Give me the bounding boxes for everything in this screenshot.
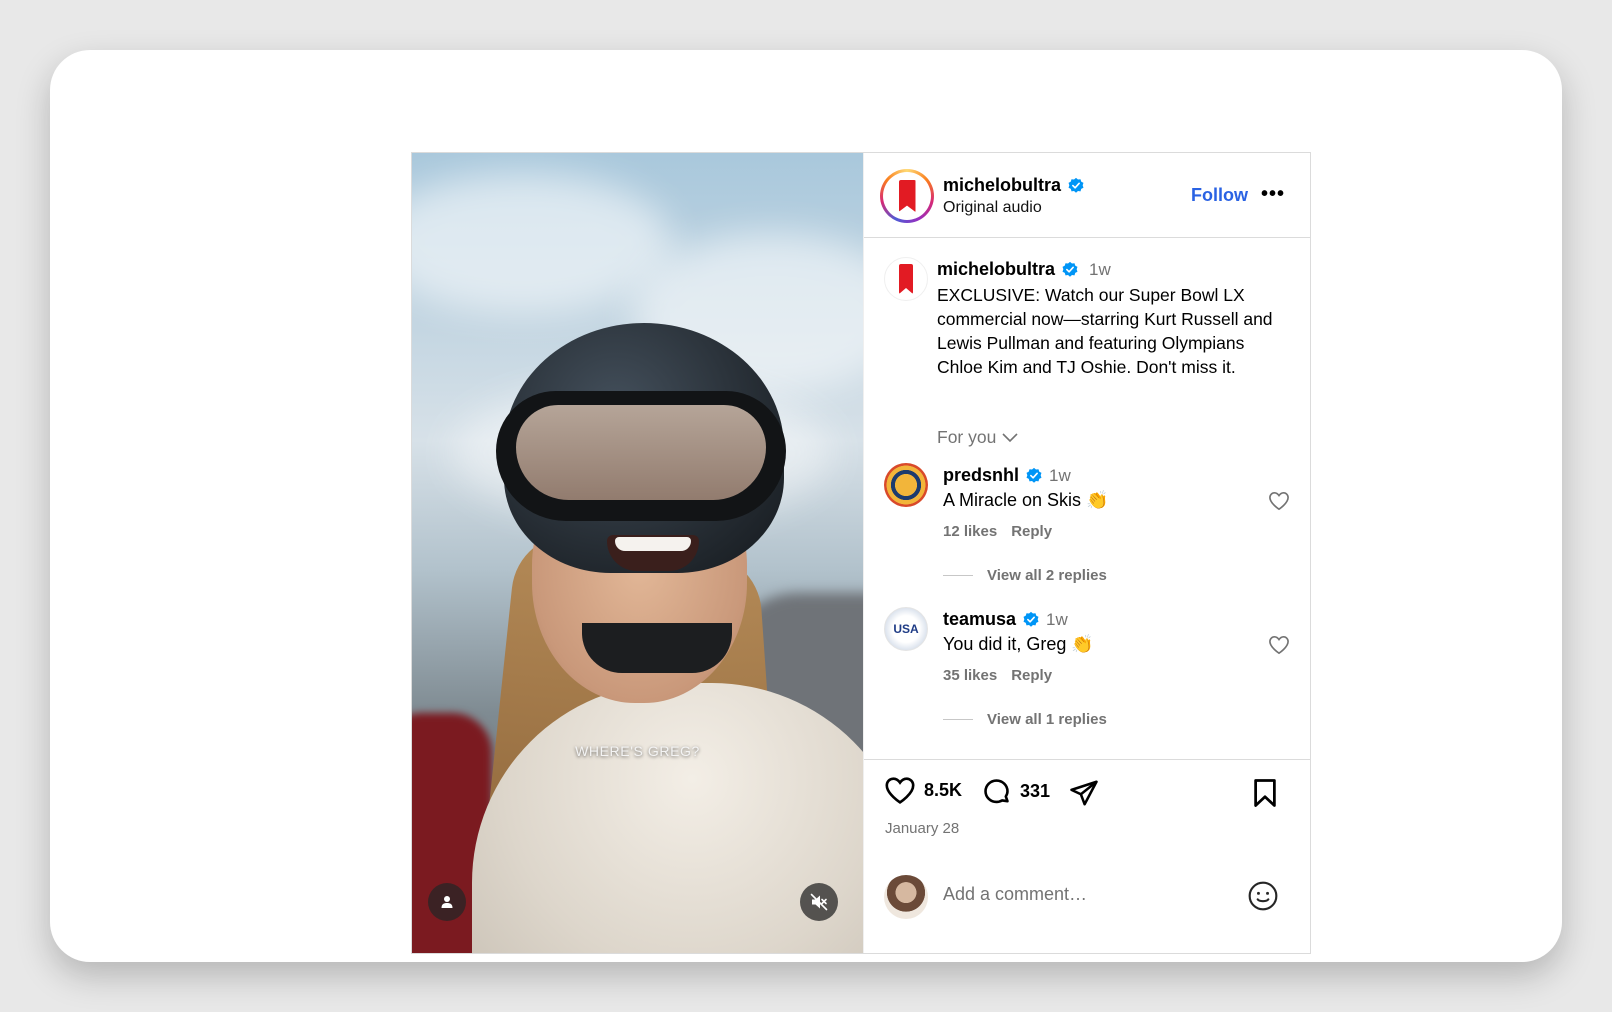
heart-icon[interactable] [884, 776, 916, 805]
view-replies-button[interactable]: View all 1 replies [943, 711, 1107, 728]
comment-item: USA teamusa 1w You did it, Greg 👏 35 lik… [864, 607, 1311, 757]
heart-icon[interactable] [1268, 491, 1290, 511]
comment-age: 1w [1046, 609, 1068, 629]
person-icon [441, 896, 453, 908]
speaker-muted-icon [810, 893, 828, 911]
caption-avatar[interactable] [884, 257, 928, 301]
follow-button[interactable]: Follow [1191, 185, 1248, 206]
view-replies-label: View all 2 replies [987, 567, 1107, 584]
sort-label: For you [937, 427, 997, 447]
reply-button[interactable]: Reply [1011, 667, 1052, 684]
comment-bubble-icon[interactable] [981, 776, 1012, 807]
emoji-smiley-icon[interactable] [1247, 880, 1279, 912]
comment-likes[interactable]: 12 likes [943, 523, 997, 540]
caption-username[interactable]: michelobultra [937, 259, 1055, 280]
post-panel: michelobultra Original audio Follow ••• … [863, 153, 1311, 953]
video-player[interactable]: WHERE'S GREG? [412, 153, 863, 953]
add-comment-bar [864, 860, 1311, 954]
like-action: 8.5K [884, 776, 962, 805]
tagged-users-button[interactable] [428, 883, 466, 921]
commenter-avatar[interactable] [884, 463, 928, 507]
comment-likes[interactable]: 35 likes [943, 667, 997, 684]
current-user-avatar [884, 875, 928, 919]
verified-badge-icon [1026, 467, 1042, 483]
comment-username-row: predsnhl 1w [943, 465, 1071, 486]
comment-text: You did it, Greg 👏 [943, 634, 1094, 654]
caption-username-row: michelobultra 1w [937, 259, 1111, 280]
comment-item: predsnhl 1w A Miracle on Skis 👏 12 likes… [864, 463, 1311, 613]
team-usa-logo-text: USA [893, 622, 919, 636]
verified-badge-icon [1062, 261, 1078, 277]
replies-divider [943, 719, 973, 720]
mute-toggle-button[interactable] [800, 883, 838, 921]
commenter-avatar[interactable]: USA [884, 607, 928, 651]
verified-badge-icon [1023, 611, 1039, 627]
video-subtitle: WHERE'S GREG? [575, 743, 700, 759]
avatar-inner [883, 172, 931, 220]
chevron-down-icon [1002, 432, 1018, 442]
instagram-post: WHERE'S GREG? michelobultra Original aud… [411, 152, 1311, 954]
sky-cloud [412, 173, 672, 313]
chin-strap [582, 623, 732, 673]
header-username-row[interactable]: michelobultra [943, 175, 1085, 196]
comment-sort-dropdown[interactable]: For you [937, 427, 1018, 448]
comment-age: 1w [1049, 465, 1071, 485]
reply-button[interactable]: Reply [1011, 523, 1052, 540]
comment-action: 331 [981, 776, 1050, 807]
add-comment-input[interactable] [943, 884, 1243, 905]
comments-scroll-area[interactable]: michelobultra 1w EXCLUSIVE: Watch our Su… [864, 239, 1311, 759]
header-username[interactable]: michelobultra [943, 175, 1061, 196]
heart-icon[interactable] [1268, 635, 1290, 655]
verified-badge-icon [1068, 177, 1084, 193]
teeth [615, 537, 691, 551]
view-replies-label: View all 1 replies [987, 711, 1107, 728]
comment-text: A Miracle on Skis 👏 [943, 490, 1109, 510]
comment-count: 331 [1020, 781, 1051, 801]
profile-avatar[interactable] [880, 169, 934, 223]
caption-age: 1w [1089, 259, 1111, 279]
comment-meta: 35 likes Reply [943, 667, 1052, 684]
post-date: January 28 [885, 820, 960, 837]
window-card: WHERE'S GREG? michelobultra Original aud… [50, 50, 1562, 962]
original-audio-link[interactable]: Original audio [943, 199, 1042, 217]
caption-text: EXCLUSIVE: Watch our Super Bowl LX comme… [937, 285, 1273, 377]
replies-divider [943, 575, 973, 576]
comment-username-row: teamusa 1w [943, 609, 1068, 630]
comment-username[interactable]: teamusa [943, 609, 1016, 630]
michelob-ultra-logo [899, 264, 913, 294]
post-header: michelobultra Original audio Follow ••• [864, 153, 1311, 238]
michelob-ultra-logo [898, 180, 916, 212]
share-paper-plane-icon[interactable] [1068, 778, 1100, 808]
view-replies-button[interactable]: View all 2 replies [943, 567, 1107, 584]
comment-username[interactable]: predsnhl [943, 465, 1019, 486]
more-options-icon[interactable]: ••• [1261, 183, 1285, 206]
post-actions: 8.5K 331 January 28 [864, 759, 1311, 953]
bookmark-icon[interactable] [1252, 778, 1278, 808]
like-count[interactable]: 8.5K [924, 780, 962, 801]
goggle-lens [516, 405, 766, 500]
comment-meta: 12 likes Reply [943, 523, 1052, 540]
